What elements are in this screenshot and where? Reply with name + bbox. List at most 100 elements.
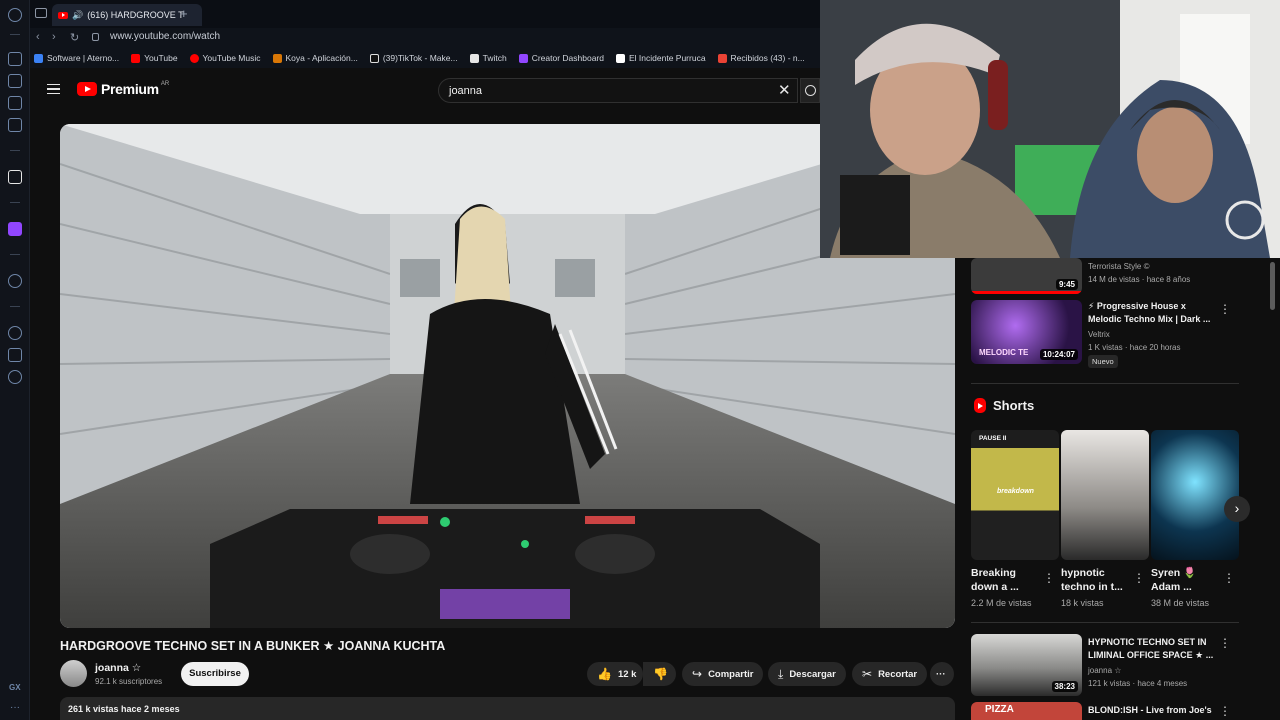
more-vert-icon[interactable]: ⋮ <box>1219 636 1231 650</box>
dislike-button[interactable]: 👎 <box>643 662 676 686</box>
download-button[interactable]: ⤓ Descargar <box>768 662 846 686</box>
sidebar-divider <box>10 306 20 307</box>
player-icon[interactable] <box>8 274 22 288</box>
short-title[interactable]: Syren 🌷 Adam ... <box>1151 566 1215 594</box>
twitch-icon <box>518 53 528 63</box>
video-title[interactable]: BLOND:ISH - Live from Joe's <box>1088 704 1218 717</box>
thumbs-down-icon: 👎 <box>653 667 668 681</box>
scrollbar[interactable] <box>1270 262 1275 310</box>
gx-label: GX <box>9 683 21 692</box>
bookmark-item[interactable]: Twitch <box>469 53 507 63</box>
share-button[interactable]: ↪ Compartir <box>682 662 764 686</box>
recommendation-item[interactable]: PIZZA BLOND:ISH - Live from Joe's ⋮ <box>971 702 1231 720</box>
search-input[interactable]: joanna <box>438 78 798 103</box>
short-title[interactable]: Breaking down a ... <box>971 566 1041 594</box>
channel-avatar[interactable] <box>60 660 87 687</box>
short-title[interactable]: hypnotic techno in t... <box>1061 566 1131 594</box>
more-vert-icon[interactable]: ⋮ <box>1219 704 1231 718</box>
youtube-premium-logo[interactable]: Premium AR <box>77 81 169 97</box>
opera-logo-icon[interactable] <box>8 8 22 22</box>
thumbnail-text: MELODIC TE <box>979 348 1029 357</box>
video-meta: 14 M de vistas · hace 8 años <box>1088 275 1191 284</box>
video-title[interactable]: ⚡ Progressive House x Melodic Techno Mix… <box>1088 300 1218 326</box>
channel-name[interactable]: Terrorista Style © <box>1088 260 1149 273</box>
recommendation-item[interactable]: 38:23 HYPNOTIC TECHNO SET IN LIMINAL OFF… <box>971 634 1231 696</box>
bookmark-item[interactable]: (39)TikTok - Make... <box>369 53 458 63</box>
new-tab-button[interactable]: + <box>180 6 188 21</box>
recommendation-item[interactable]: 9:45 Terrorista Style © 14 M de vistas ·… <box>971 258 1231 296</box>
sidebar-divider <box>10 202 20 203</box>
chevron-right-icon[interactable]: › <box>1224 496 1250 522</box>
reload-icon[interactable]: ↻ <box>70 31 79 44</box>
cube-icon[interactable] <box>8 348 22 362</box>
youtube-favicon-icon <box>58 11 68 19</box>
short-thumbnail[interactable] <box>1061 430 1149 560</box>
youtube-icon <box>131 53 141 63</box>
bookmark-item[interactable]: Koya - Aplicación... <box>272 53 358 63</box>
duration-badge: 38:23 <box>1051 681 1078 692</box>
back-icon[interactable]: ‹ <box>36 31 40 43</box>
forward-icon[interactable]: › <box>52 31 56 43</box>
duration-badge: 10:24:07 <box>1039 349 1078 360</box>
video-title[interactable]: HYPNOTIC TECHNO SET IN LIMINAL OFFICE SP… <box>1088 636 1218 662</box>
tab-island-icon[interactable] <box>35 8 47 18</box>
more-vert-icon[interactable]: ⋮ <box>1133 571 1145 585</box>
bookmark-item[interactable]: Software | Aterno... <box>34 53 119 63</box>
shorts-icon <box>974 398 986 413</box>
settings-icon[interactable] <box>8 370 22 384</box>
thumbnail-text: PIZZA <box>985 704 1014 715</box>
bookmark-item[interactable]: Recibidos (43) - n... <box>717 53 805 63</box>
video-thumbnail[interactable]: MELODIC TE 10:24:07 <box>971 300 1082 364</box>
webcam-overlay <box>820 0 1280 258</box>
box-icon[interactable] <box>8 74 22 88</box>
like-button[interactable]: 👍 12 k <box>587 662 643 686</box>
short-thumbnail[interactable] <box>1151 430 1239 560</box>
more-actions-button[interactable]: ··· <box>930 662 954 686</box>
more-vert-icon[interactable]: ⋮ <box>1219 302 1231 316</box>
bookmark-item[interactable]: Creator Dashboard <box>518 53 604 63</box>
channel-name[interactable]: Veltrix <box>1088 328 1110 341</box>
bookmark-item[interactable]: YouTube Music <box>189 53 261 63</box>
lock-icon <box>92 33 99 41</box>
refresh-icon[interactable] <box>8 52 22 66</box>
watch-progress <box>971 291 1082 294</box>
tab-title: (616) HARDGROOVE T <box>87 10 184 20</box>
subscribe-button[interactable]: Suscribirse <box>181 662 249 686</box>
document-icon <box>469 53 479 63</box>
image-icon[interactable] <box>8 96 22 110</box>
video-thumbnail[interactable]: 38:23 <box>971 634 1082 696</box>
like-count: 12 k <box>617 668 637 680</box>
recommendation-item[interactable]: MELODIC TE 10:24:07 ⚡ Progressive House … <box>971 300 1231 370</box>
description-box[interactable]: 261 k vistas hace 2 meses <box>60 697 955 720</box>
short-thumbnail[interactable]: PAUSE II breakdown <box>971 430 1059 560</box>
history-icon[interactable] <box>8 326 22 340</box>
scissors-icon: ✂ <box>862 667 873 681</box>
url-field[interactable]: www.youtube.com/watch <box>110 31 220 42</box>
channel-name[interactable]: joanna ☆ <box>1088 664 1121 677</box>
bookmark-item[interactable]: El Incidente Purruca <box>616 53 706 63</box>
tiktok-icon <box>369 53 379 63</box>
more-icon[interactable]: ··· <box>10 702 20 713</box>
sidebar-divider <box>10 254 20 255</box>
video-thumbnail[interactable]: PIZZA <box>971 702 1082 720</box>
address-bar: ‹ › ↻ www.youtube.com/watch <box>30 28 820 48</box>
clip-button[interactable]: ✂ Recortar <box>852 662 928 686</box>
video-thumbnail[interactable]: 9:45 <box>971 258 1082 294</box>
search-icon[interactable] <box>800 78 820 103</box>
triangle-app-icon[interactable] <box>8 170 22 184</box>
shorts-header: Shorts <box>974 398 1034 413</box>
more-vert-icon[interactable]: ⋮ <box>1223 571 1235 585</box>
speaker-icon[interactable]: 🔊 <box>72 10 83 21</box>
youtube-header: Premium AR joanna ✕ <box>30 68 820 114</box>
video-title: HARDGROOVE TECHNO SET IN A BUNKER ★ JOAN… <box>60 639 446 653</box>
twitch-icon[interactable] <box>8 222 22 236</box>
duration-badge: 9:45 <box>1055 279 1078 290</box>
menu-icon[interactable] <box>47 84 60 94</box>
webcam-frame <box>820 0 1280 258</box>
clear-search-icon[interactable]: ✕ <box>778 81 791 99</box>
more-vert-icon[interactable]: ⋮ <box>1043 571 1055 585</box>
m-app-icon[interactable] <box>8 118 22 132</box>
bookmark-item[interactable]: YouTube <box>131 53 178 63</box>
short-views: 2.2 M de vistas <box>971 598 1032 608</box>
channel-name[interactable]: joanna ☆ <box>95 662 141 674</box>
